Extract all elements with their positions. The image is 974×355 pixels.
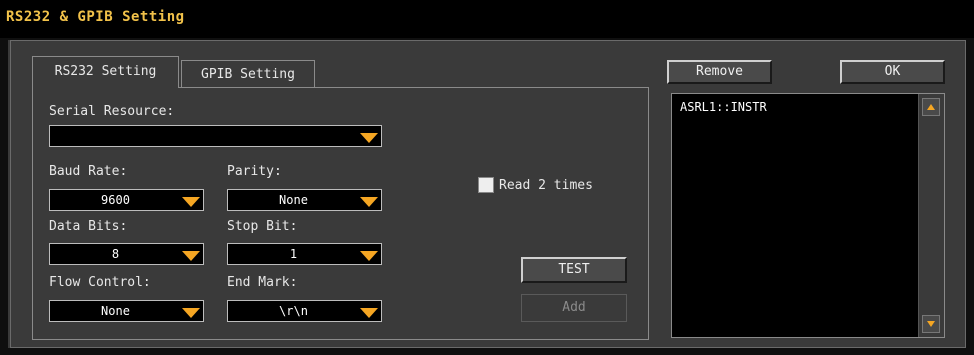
data-bits-dropdown[interactable]: 8 bbox=[49, 243, 204, 265]
list-item[interactable]: ASRL1::INSTR bbox=[680, 100, 767, 114]
read-twice-checkbox[interactable] bbox=[478, 177, 494, 193]
chevron-down-icon bbox=[182, 197, 200, 207]
end-mark-value: \r\n bbox=[279, 304, 308, 318]
serial-resource-label: Serial Resource: bbox=[49, 104, 175, 119]
window-title: RS232 & GPIB Setting bbox=[6, 9, 185, 25]
parity-dropdown[interactable]: None bbox=[227, 189, 382, 211]
tab-rs232-setting[interactable]: RS232 Setting bbox=[32, 56, 179, 88]
baud-rate-dropdown[interactable]: 9600 bbox=[49, 189, 204, 211]
end-mark-label: End Mark: bbox=[227, 275, 298, 290]
baud-rate-value: 9600 bbox=[101, 193, 130, 207]
add-button[interactable]: Add bbox=[521, 294, 627, 322]
resource-list[interactable]: ASRL1::INSTR bbox=[671, 93, 945, 338]
data-bits-value: 8 bbox=[111, 247, 120, 261]
arrow-down-icon bbox=[927, 321, 935, 327]
data-bits-label: Data Bits: bbox=[49, 219, 128, 234]
chevron-down-icon bbox=[360, 251, 378, 261]
title-bar: RS232 & GPIB Setting bbox=[0, 0, 974, 38]
chevron-down-icon bbox=[360, 133, 378, 143]
chevron-down-icon bbox=[182, 308, 200, 318]
stop-bit-value: 1 bbox=[289, 247, 298, 261]
scroll-up-button[interactable] bbox=[922, 98, 940, 116]
baud-rate-label: Baud Rate: bbox=[49, 164, 128, 179]
ok-button[interactable]: OK bbox=[840, 60, 945, 84]
chevron-down-icon bbox=[360, 197, 378, 207]
chevron-down-icon bbox=[360, 308, 378, 318]
stop-bit-dropdown[interactable]: 1 bbox=[227, 243, 382, 265]
test-button[interactable]: TEST bbox=[521, 257, 627, 283]
flow-control-value: None bbox=[101, 304, 130, 318]
serial-resource-dropdown[interactable] bbox=[49, 125, 382, 147]
stop-bit-label: Stop Bit: bbox=[227, 219, 298, 234]
read-twice-label: Read 2 times bbox=[499, 178, 593, 193]
arrow-up-icon bbox=[927, 104, 935, 110]
end-mark-dropdown[interactable]: \r\n bbox=[227, 300, 382, 322]
scrollbar[interactable] bbox=[918, 94, 944, 337]
flow-control-label: Flow Control: bbox=[49, 275, 151, 290]
flow-control-dropdown[interactable]: None bbox=[49, 300, 204, 322]
scroll-down-button[interactable] bbox=[922, 315, 940, 333]
chevron-down-icon bbox=[182, 251, 200, 261]
parity-label: Parity: bbox=[227, 164, 282, 179]
parity-value: None bbox=[279, 193, 308, 207]
tab-gpib-setting[interactable]: GPIB Setting bbox=[181, 60, 315, 88]
remove-button[interactable]: Remove bbox=[667, 60, 772, 84]
